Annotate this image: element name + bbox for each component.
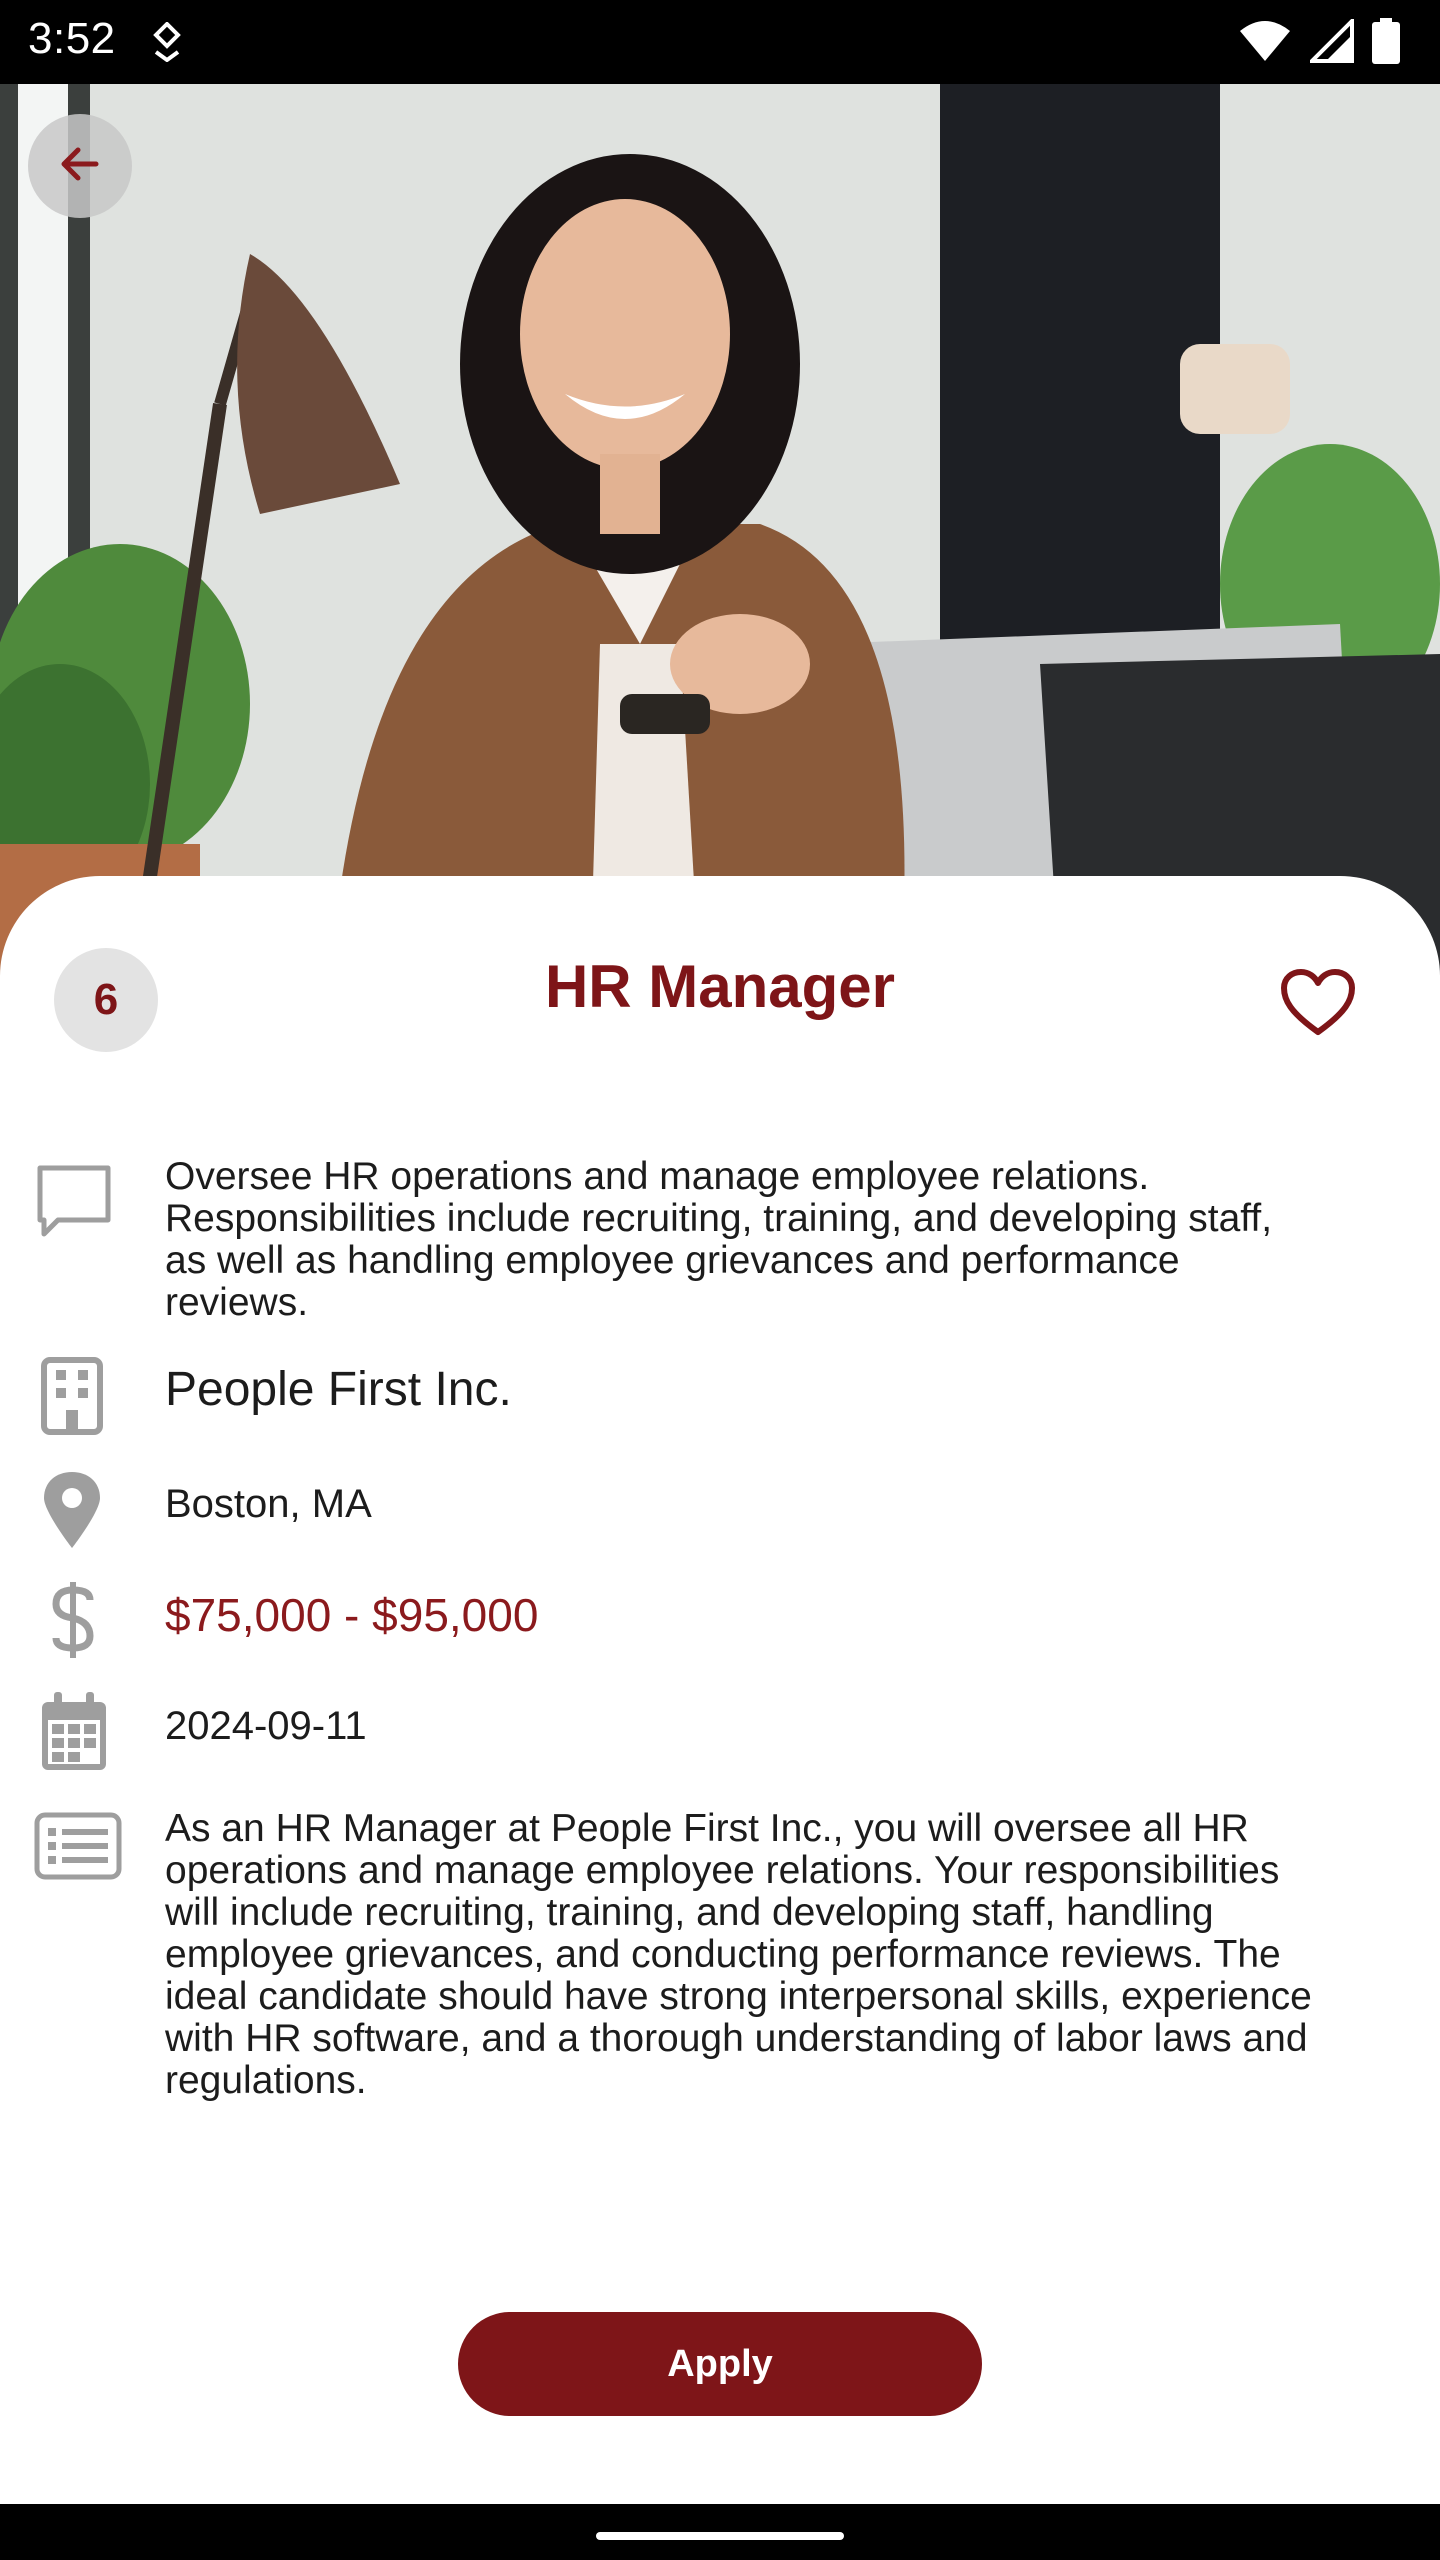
dollar-icon xyxy=(48,1580,98,1665)
job-summary-text: Oversee HR operations and manage employe… xyxy=(165,1155,1273,1324)
job-description-text: As an HR Manager at People First Inc., y… xyxy=(165,1807,1312,2102)
status-time: 3:52 xyxy=(28,14,116,63)
wifi-icon xyxy=(1238,19,1292,68)
status-icons xyxy=(1238,16,1400,69)
company-name: People First Inc. xyxy=(165,1363,512,1416)
posted-date: 2024-09-11 xyxy=(165,1704,367,1748)
calendar-icon xyxy=(40,1692,108,1777)
building-icon xyxy=(40,1356,104,1441)
apply-button[interactable]: Apply xyxy=(458,2312,982,2416)
home-indicator[interactable] xyxy=(596,2532,844,2540)
comment-icon xyxy=(34,1162,114,1247)
back-button[interactable] xyxy=(28,114,132,218)
location-text: Boston, MA xyxy=(165,1482,372,1526)
job-title: HR Manager xyxy=(544,953,896,1020)
job-detail-sheet: 6 HR Manager Oversee HR operations and m… xyxy=(0,876,1440,2504)
list-icon xyxy=(34,1812,122,1885)
heart-outline-icon xyxy=(1280,969,1356,1042)
signal-icon xyxy=(1307,16,1354,68)
favorite-button[interactable] xyxy=(1280,968,1356,1038)
map-pin-icon xyxy=(42,1470,102,1555)
job-hero-image xyxy=(0,84,1440,984)
arrow-left-icon xyxy=(56,140,104,193)
download-icon xyxy=(150,21,184,67)
battery-icon xyxy=(1372,18,1400,69)
status-bar: 3:52 xyxy=(0,0,1440,84)
salary-range: $75,000 - $95,000 xyxy=(165,1589,539,1641)
